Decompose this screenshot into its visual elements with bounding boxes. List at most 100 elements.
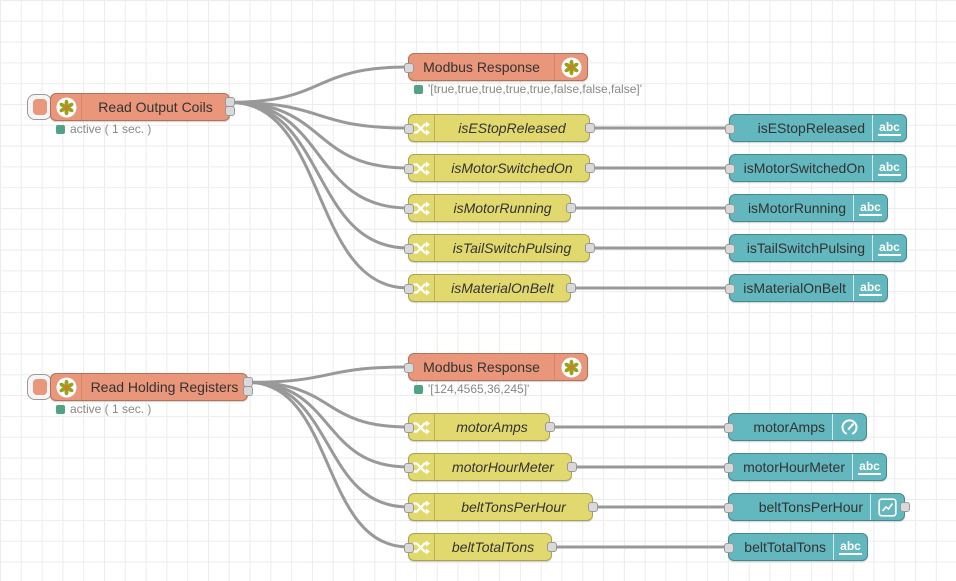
node-switch-isestopreleased[interactable]: isEStopReleased <box>408 114 590 142</box>
node-ui-text-motorhourmeter[interactable]: motorHourMeterabc <box>728 453 887 481</box>
input-port[interactable] <box>404 204 414 214</box>
node-label: beltTotalTons <box>435 539 551 555</box>
node-status: '[124,4565,36,245]' <box>414 382 529 396</box>
input-port[interactable] <box>725 164 735 174</box>
node-read-holding-registers[interactable]: Read Holding Registers <box>50 373 248 401</box>
modbus-flower-icon <box>554 54 587 80</box>
output-port[interactable] <box>545 422 555 432</box>
output-port[interactable] <box>585 163 595 173</box>
node-ui-text-ismotorrunning[interactable]: isMotorRunningabc <box>729 194 888 222</box>
node-label: isMotorRunning <box>435 200 570 216</box>
wire[interactable] <box>230 102 408 248</box>
node-label: motorAmps <box>435 419 549 435</box>
status-text: '[124,4565,36,245]' <box>428 382 529 396</box>
node-ui-text-isestopreleased[interactable]: isEStopReleasedabc <box>729 114 907 142</box>
node-ui-text-ismotorswitchedon[interactable]: isMotorSwitchedOnabc <box>729 154 907 182</box>
input-port[interactable] <box>725 284 735 294</box>
node-ui-text-istailswitchpulsing[interactable]: isTailSwitchPulsingabc <box>729 234 907 262</box>
node-ui-text-ismaterialonbelt[interactable]: isMaterialOnBeltabc <box>729 274 888 302</box>
node-ui-text-belttotaltons[interactable]: beltTotalTonsabc <box>728 533 868 561</box>
output-port[interactable] <box>225 106 235 116</box>
input-port[interactable] <box>725 244 735 254</box>
node-label: isMaterialOnBelt <box>435 280 570 296</box>
abc-icon: abc <box>872 155 906 181</box>
node-label: isEStopReleased <box>730 120 872 136</box>
node-switch-motorhourmeter[interactable]: motorHourMeter <box>408 453 572 481</box>
flow-canvas[interactable]: Read Output Coils active ( 1 sec. ) Modbus… <box>0 0 956 581</box>
output-port[interactable] <box>566 283 576 293</box>
input-port[interactable] <box>404 63 414 73</box>
node-switch-belttotaltons[interactable]: beltTotalTons <box>408 533 552 561</box>
node-status: '[true,true,true,true,true,false,false,f… <box>414 82 642 96</box>
node-switch-ismotorrunning[interactable]: isMotorRunning <box>408 194 571 222</box>
output-port[interactable] <box>243 386 253 396</box>
output-port[interactable] <box>588 502 598 512</box>
gauge-icon <box>832 414 866 440</box>
node-ui-gauge-motoramps[interactable]: motorAmps <box>728 413 867 441</box>
node-label: Read Holding Registers <box>82 379 247 395</box>
output-port[interactable] <box>547 542 557 552</box>
node-label: isMotorSwitchedOn <box>435 160 589 176</box>
abc-icon: abc <box>853 195 887 221</box>
wire[interactable] <box>230 67 408 102</box>
input-port[interactable] <box>725 204 735 214</box>
input-port[interactable] <box>404 244 414 254</box>
node-ui-chart-belttonsperhour[interactable]: beltTonsPerHour <box>728 493 905 521</box>
input-port[interactable] <box>724 423 734 433</box>
status-text: active ( 1 sec. ) <box>70 402 151 416</box>
inject-button[interactable] <box>27 94 52 120</box>
input-port[interactable] <box>404 284 414 294</box>
input-port[interactable] <box>404 503 414 513</box>
node-label: isMotorRunning <box>730 200 853 216</box>
input-port[interactable] <box>404 423 414 433</box>
node-modbus-response-2[interactable]: Modbus Response <box>408 353 588 381</box>
input-port[interactable] <box>724 463 734 473</box>
node-label: beltTonsPerHour <box>729 499 870 515</box>
status-text: active ( 1 sec. ) <box>70 122 151 136</box>
node-switch-ismotorswitchedon[interactable]: isMotorSwitchedOn <box>408 154 590 182</box>
input-port[interactable] <box>404 164 414 174</box>
node-switch-ismaterialonbelt[interactable]: isMaterialOnBelt <box>408 274 571 302</box>
node-label: isTailSwitchPulsing <box>435 240 589 256</box>
inject-button-fill <box>33 99 47 115</box>
output-port[interactable] <box>900 502 910 512</box>
status-dot-icon <box>56 405 65 414</box>
output-port[interactable] <box>585 123 595 133</box>
node-label: isMotorSwitchedOn <box>730 160 872 176</box>
status-dot-icon <box>414 85 423 94</box>
output-port[interactable] <box>567 462 577 472</box>
node-label: Read Output Coils <box>82 99 229 115</box>
status-text: '[true,true,true,true,true,false,false,f… <box>428 82 642 96</box>
node-switch-istailswitchpulsing[interactable]: isTailSwitchPulsing <box>408 234 590 262</box>
abc-icon: abc <box>833 534 867 560</box>
modbus-flower-icon <box>554 354 587 380</box>
wire[interactable] <box>248 367 408 382</box>
node-label: isEStopReleased <box>435 120 589 136</box>
inject-button[interactable] <box>27 374 52 400</box>
abc-icon: abc <box>872 115 906 141</box>
abc-icon: abc <box>872 235 906 261</box>
node-switch-motoramps[interactable]: motorAmps <box>408 413 550 441</box>
status-dot-icon <box>56 125 65 134</box>
node-switch-belttonsperhour[interactable]: beltTonsPerHour <box>408 493 593 521</box>
node-modbus-response-1[interactable]: Modbus Response <box>408 53 588 81</box>
input-port[interactable] <box>725 124 735 134</box>
wire[interactable] <box>230 102 408 288</box>
node-status: active ( 1 sec. ) <box>56 122 151 136</box>
node-label: isTailSwitchPulsing <box>730 240 872 256</box>
input-port[interactable] <box>404 543 414 553</box>
input-port[interactable] <box>724 503 734 513</box>
abc-icon: abc <box>852 454 886 480</box>
input-port[interactable] <box>404 124 414 134</box>
input-port[interactable] <box>404 463 414 473</box>
wire[interactable] <box>248 382 408 507</box>
input-port[interactable] <box>404 363 414 373</box>
node-read-output-coils[interactable]: Read Output Coils <box>50 93 230 121</box>
wire[interactable] <box>230 102 408 168</box>
output-port[interactable] <box>585 243 595 253</box>
chart-line-icon <box>870 494 904 520</box>
input-port[interactable] <box>724 543 734 553</box>
wire[interactable] <box>248 382 408 427</box>
node-status: active ( 1 sec. ) <box>56 402 151 416</box>
output-port[interactable] <box>566 203 576 213</box>
